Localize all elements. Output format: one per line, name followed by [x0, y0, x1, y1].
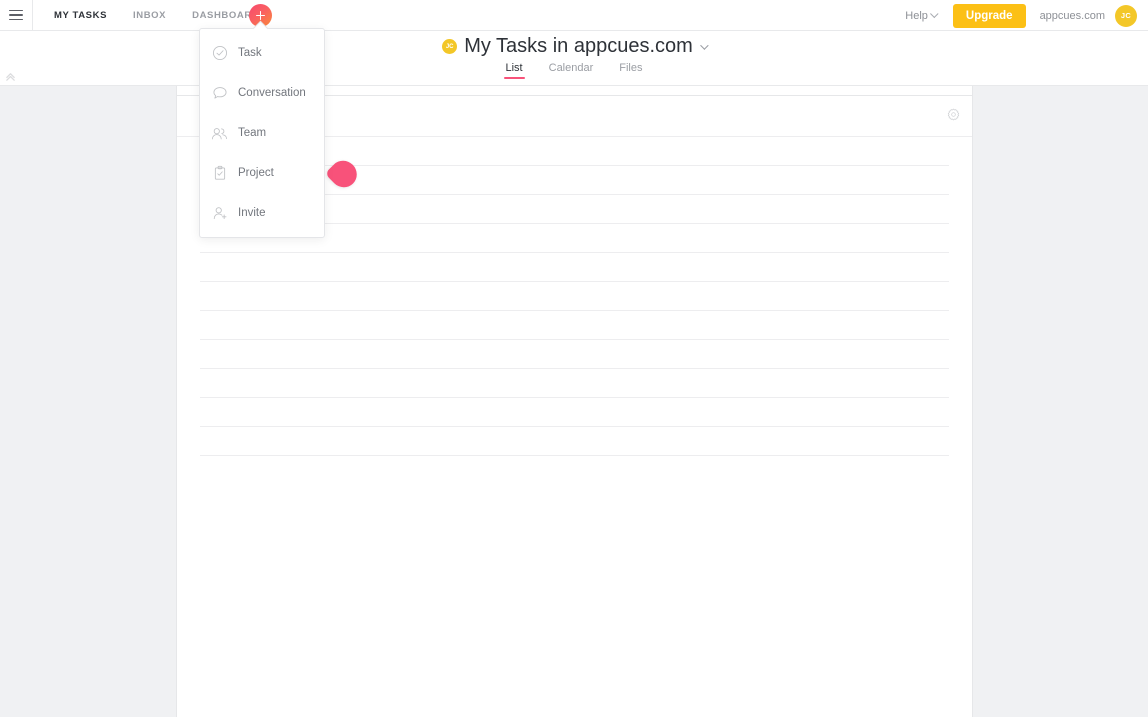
menu-item-project[interactable]: Project	[200, 153, 324, 193]
menu-item-task[interactable]: Task	[200, 33, 324, 73]
table-row[interactable]	[200, 282, 949, 311]
table-row[interactable]	[200, 369, 949, 398]
people-icon	[211, 125, 228, 142]
nav-link-my-tasks[interactable]: MY TASKS	[54, 10, 107, 21]
title-chevron-down-icon[interactable]	[699, 40, 709, 50]
upgrade-button[interactable]: Upgrade	[952, 3, 1026, 28]
table-row[interactable]	[200, 311, 949, 340]
table-row[interactable]	[200, 340, 949, 369]
collapse-sidebar-icon[interactable]	[5, 71, 16, 82]
person-add-icon	[211, 205, 228, 222]
organization-label[interactable]: appcues.com	[1040, 10, 1105, 22]
page-title-avatar: JC	[442, 39, 458, 54]
menu-item-label: Task	[238, 47, 262, 59]
nav-link-inbox[interactable]: INBOX	[133, 10, 166, 21]
menu-item-label: Invite	[238, 207, 266, 219]
tab-calendar[interactable]: Calendar	[549, 62, 594, 79]
menu-item-label: Project	[238, 167, 274, 179]
hamburger-bar	[9, 14, 23, 16]
primary-nav-links: MY TASKS INBOX DASHBOARD	[33, 0, 259, 31]
title-block: JC My Tasks in appcues.com List Calendar…	[0, 35, 1148, 79]
table-row[interactable]	[200, 427, 949, 456]
tab-files[interactable]: Files	[619, 62, 642, 79]
clipboard-check-icon	[211, 165, 228, 182]
menu-item-team[interactable]: Team	[200, 113, 324, 153]
menu-item-label: Conversation	[238, 87, 306, 99]
menu-item-label: Team	[238, 127, 267, 139]
table-row[interactable]	[200, 253, 949, 282]
speech-bubble-icon	[211, 85, 228, 102]
top-navigation-bar: MY TASKS INBOX DASHBOARD Help Upgrade ap…	[0, 0, 1148, 31]
table-row[interactable]	[200, 398, 949, 427]
help-label: Help	[905, 9, 928, 22]
app-page: MY TASKS INBOX DASHBOARD Help Upgrade ap…	[0, 0, 1148, 717]
hamburger-bar	[9, 9, 23, 12]
create-new-dropdown-menu: Task Conversation Team Project Invite	[199, 20, 325, 238]
page-title-row: JC My Tasks in appcues.com	[442, 35, 709, 58]
page-title: My Tasks in appcues.com	[464, 35, 693, 57]
page-subheader: JC My Tasks in appcues.com List Calendar…	[0, 31, 1148, 86]
menu-item-invite[interactable]: Invite	[200, 193, 324, 233]
nav-right-cluster: Help Upgrade appcues.com JC	[905, 0, 1137, 31]
hamburger-bar	[9, 18, 23, 21]
tab-list[interactable]: List	[503, 62, 525, 79]
gear-icon[interactable]	[947, 108, 960, 121]
view-tabs: List Calendar Files	[503, 62, 643, 79]
hamburger-menu-icon[interactable]	[0, 0, 33, 31]
check-circle-icon	[211, 45, 228, 62]
menu-item-conversation[interactable]: Conversation	[200, 73, 324, 113]
user-avatar[interactable]: JC	[1115, 4, 1137, 27]
help-menu-button[interactable]: Help	[905, 9, 939, 22]
chevron-down-icon	[929, 9, 939, 18]
